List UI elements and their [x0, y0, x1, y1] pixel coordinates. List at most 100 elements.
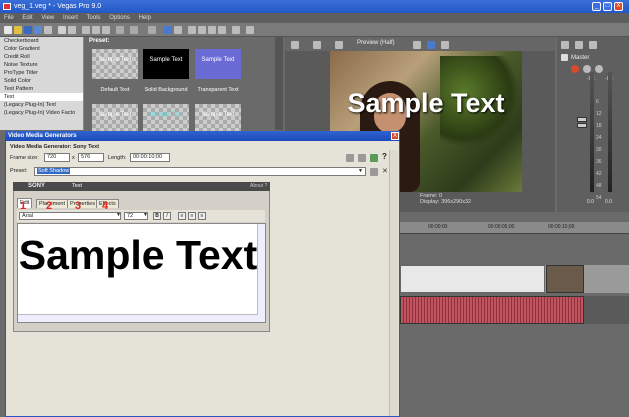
video-event-clip[interactable]	[546, 265, 584, 293]
preset-tile[interactable]: Sample Text	[143, 104, 189, 134]
align-center-icon[interactable]: ≡	[188, 212, 196, 220]
minimize-button[interactable]: _	[592, 2, 601, 11]
frame-size-label: Frame size:	[10, 155, 39, 161]
preview-quality-select[interactable]: Preview (Half)	[357, 40, 395, 46]
help-icon[interactable]	[246, 26, 254, 34]
italic-button[interactable]: I	[163, 212, 171, 220]
zoom-tool-icon[interactable]	[218, 26, 226, 34]
selection-tool-icon[interactable]	[208, 26, 216, 34]
redo-icon[interactable]	[130, 26, 138, 34]
generator-item[interactable]: Checkerboard	[0, 37, 83, 45]
help-icon[interactable]: ?	[382, 152, 387, 161]
mixer-dim-icon[interactable]	[575, 41, 583, 49]
keyframe-icon[interactable]	[370, 154, 378, 162]
dialog-close-button[interactable]: X	[391, 132, 399, 140]
length-label: Length:	[108, 155, 127, 161]
menu-options[interactable]: Options	[109, 15, 130, 21]
preset-tile[interactable]: Sample Text	[195, 104, 241, 134]
about-button[interactable]: About ?	[250, 182, 267, 191]
mixer-downmix-icon[interactable]	[589, 41, 597, 49]
generator-item[interactable]: Credit Roll	[0, 53, 83, 61]
close-window-button[interactable]: X	[614, 2, 623, 11]
menu-help[interactable]: Help	[139, 15, 151, 21]
overlays-icon[interactable]	[413, 41, 421, 49]
video-track[interactable]	[400, 265, 629, 293]
preset-tile[interactable]: Sample Text	[92, 104, 138, 134]
master-fx-icon[interactable]	[571, 65, 579, 73]
open-icon[interactable]	[14, 26, 22, 34]
master-fader-right[interactable]	[577, 123, 587, 128]
save-preset-icon[interactable]	[346, 154, 354, 162]
save-preset-icon[interactable]	[370, 168, 378, 176]
audio-track[interactable]	[400, 296, 629, 324]
save-as-icon[interactable]	[34, 26, 42, 34]
preset-tile[interactable]: Sample Text	[195, 49, 241, 79]
chevron-down-icon[interactable]: ▼	[116, 212, 121, 218]
audio-waveform-clip[interactable]	[400, 296, 584, 324]
generator-item[interactable]: Noise Texture	[0, 61, 83, 69]
menu-insert[interactable]: Insert	[63, 15, 78, 21]
generator-item[interactable]: Solid Color	[0, 77, 83, 85]
bold-button[interactable]: B	[153, 212, 161, 220]
delete-icon[interactable]	[148, 26, 156, 34]
render-icon[interactable]	[58, 26, 66, 34]
capture-icon[interactable]	[68, 26, 76, 34]
generator-item[interactable]: (Legacy Plug-In) Text	[0, 101, 83, 109]
chevron-down-icon[interactable]: ▼	[143, 212, 148, 218]
generator-item[interactable]: ProType Titler	[0, 69, 83, 77]
font-select[interactable]: Arial	[19, 212, 121, 220]
length-field[interactable]: 00:00:10;00	[130, 153, 170, 162]
generator-item-selected[interactable]: Text	[0, 93, 83, 101]
timeline-ruler[interactable]: 00:00:00 00:00:05;00 00:00:10;00	[400, 222, 629, 234]
normal-edit-tool-icon[interactable]	[188, 26, 196, 34]
undo-icon[interactable]	[116, 26, 124, 34]
editor-vertical-scrollbar[interactable]	[257, 224, 265, 322]
new-icon[interactable]	[4, 26, 12, 34]
copy-snapshot-icon[interactable]	[427, 41, 435, 49]
chevron-down-icon[interactable]: ▼	[358, 168, 363, 174]
maximize-button[interactable]: □	[603, 2, 612, 11]
dialog-scrollbar[interactable]	[389, 150, 398, 416]
preset-tile[interactable]: Sample Text	[143, 49, 189, 79]
delete-icon[interactable]: ✕	[382, 167, 388, 175]
menu-file[interactable]: File	[4, 15, 14, 21]
copy-icon[interactable]	[92, 26, 100, 34]
save-snapshot-icon[interactable]	[441, 41, 449, 49]
generator-item[interactable]: (Legacy Plug-In) Video Facto	[0, 109, 83, 117]
paste-icon[interactable]	[102, 26, 110, 34]
properties-icon[interactable]	[44, 26, 52, 34]
editor-text[interactable]: Sample Text	[18, 230, 258, 280]
auto-ripple-icon[interactable]	[164, 26, 172, 34]
display-value: 396x290x32	[441, 199, 472, 205]
generator-item[interactable]: Test Pattern	[0, 85, 83, 93]
align-right-icon[interactable]: ≡	[198, 212, 206, 220]
master-fader-left[interactable]	[577, 117, 587, 122]
generator-item[interactable]: Color Gradient	[0, 45, 83, 53]
preset-tile[interactable]: Sample Text	[92, 49, 138, 79]
preset-dropdown[interactable]: Soft Shadow	[34, 167, 366, 176]
mixer-props-icon[interactable]	[561, 41, 569, 49]
align-left-icon[interactable]: ≡	[178, 212, 186, 220]
save-icon[interactable]	[24, 26, 32, 34]
frame-height-field[interactable]: 576	[78, 153, 104, 162]
envelope-tool-icon[interactable]	[198, 26, 206, 34]
text-event-clip[interactable]	[400, 265, 545, 293]
frame-width-field[interactable]: 720	[44, 153, 70, 162]
ruler-tick: 00:00:05;00	[488, 224, 515, 230]
menu-tools[interactable]: Tools	[87, 15, 101, 21]
master-solo-icon[interactable]	[595, 65, 603, 73]
cut-icon[interactable]	[82, 26, 90, 34]
preset-tile-label: Solid Background	[144, 87, 188, 93]
lock-envelopes-icon[interactable]	[174, 26, 182, 34]
menu-edit[interactable]: Edit	[22, 15, 32, 21]
preset-scrollbar[interactable]	[275, 37, 283, 130]
tab-properties[interactable]: Properties	[67, 199, 99, 208]
menu-view[interactable]: View	[41, 15, 54, 21]
delete-preset-icon[interactable]	[358, 154, 366, 162]
external-monitor-icon[interactable]	[313, 41, 321, 49]
snapping-icon[interactable]	[232, 26, 240, 34]
split-screen-icon[interactable]	[335, 41, 343, 49]
editor-horizontal-scrollbar[interactable]	[18, 314, 258, 322]
project-properties-icon[interactable]	[291, 41, 299, 49]
text-editor[interactable]: Sample Text	[17, 223, 266, 323]
